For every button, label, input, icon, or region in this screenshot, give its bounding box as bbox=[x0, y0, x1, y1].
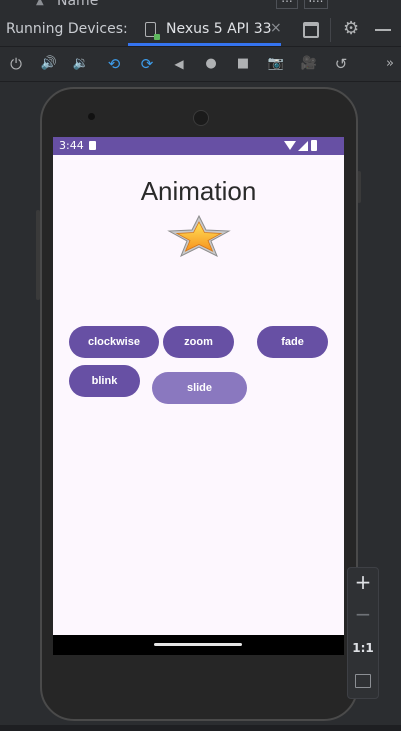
cell-signal-icon bbox=[298, 141, 308, 151]
tool-window-header-strip: ▲ Name ... I... bbox=[0, 0, 401, 12]
column-name-header[interactable]: Name bbox=[57, 0, 98, 9]
home-icon[interactable]: ● bbox=[202, 55, 220, 73]
sd-card-icon bbox=[89, 141, 96, 150]
page-title: Animation bbox=[140, 176, 257, 206]
bottom-edge bbox=[0, 725, 401, 731]
window-layout-icon[interactable] bbox=[303, 22, 319, 38]
wifi-icon bbox=[284, 141, 296, 150]
overview-icon[interactable]: ■ bbox=[234, 55, 252, 73]
battery-icon bbox=[311, 140, 317, 151]
column-header-box[interactable]: I... bbox=[304, 0, 328, 9]
gesture-handle[interactable] bbox=[154, 643, 242, 646]
star-icon bbox=[167, 215, 231, 257]
screen-record-icon[interactable]: 🎥 bbox=[300, 55, 318, 73]
status-bar: 3:44 bbox=[53, 137, 344, 155]
navigation-bar bbox=[53, 635, 344, 655]
device-screen[interactable]: 3:44 Animation clockwise zoom fade blink… bbox=[53, 137, 344, 655]
close-tab-icon[interactable]: × bbox=[270, 20, 282, 36]
status-icons bbox=[284, 140, 324, 152]
slide-button[interactable]: slide bbox=[152, 372, 247, 404]
tab-nexus-5[interactable]: Nexus 5 API 33 × bbox=[128, 14, 282, 46]
device-phone-icon bbox=[145, 22, 160, 40]
speaker-icon bbox=[193, 110, 209, 126]
fit-screen-icon[interactable] bbox=[355, 674, 371, 688]
device-tab-label: Nexus 5 API 33 bbox=[166, 21, 272, 37]
power-icon[interactable]: ⏻ bbox=[7, 55, 25, 73]
column-header-box[interactable]: ... bbox=[276, 0, 298, 9]
zoom-controls: + − 1:1 bbox=[347, 567, 379, 699]
front-camera-icon bbox=[88, 113, 95, 120]
zoom-out-button[interactable]: − bbox=[348, 602, 378, 626]
overflow-chevron-icon[interactable]: » bbox=[381, 55, 399, 73]
running-devices-title-bar: Running Devices: Nexus 5 API 33 × ⚙ bbox=[0, 14, 401, 47]
back-icon[interactable]: ◀ bbox=[170, 55, 188, 73]
panel-title: Running Devices: bbox=[6, 21, 128, 37]
rotate-left-icon[interactable]: ⟲ bbox=[105, 55, 123, 73]
zoom-button[interactable]: zoom bbox=[163, 326, 234, 358]
screenshot-icon[interactable]: 📷 bbox=[267, 55, 285, 73]
gear-icon[interactable]: ⚙ bbox=[343, 18, 359, 39]
fade-button[interactable]: fade bbox=[257, 326, 328, 358]
minimize-icon[interactable] bbox=[375, 29, 391, 31]
blink-button[interactable]: blink bbox=[69, 365, 140, 397]
rotate-right-icon[interactable]: ⟳ bbox=[138, 55, 156, 73]
snapshot-icon[interactable]: ↺ bbox=[332, 55, 350, 73]
clockwise-button[interactable]: clockwise bbox=[69, 326, 159, 358]
zoom-in-button[interactable]: + bbox=[348, 570, 378, 594]
toolbar-divider bbox=[330, 18, 331, 42]
actual-size-button[interactable]: 1:1 bbox=[348, 641, 378, 655]
active-tab-indicator bbox=[128, 43, 281, 46]
collapse-arrow-icon[interactable]: ▲ bbox=[36, 0, 44, 7]
device-toolbar: ⏻ 🔊 🔉 ⟲ ⟳ ◀ ● ■ 📷 🎥 ↺ » bbox=[0, 47, 401, 82]
volume-down-icon[interactable]: 🔉 bbox=[72, 55, 90, 73]
status-time: 3:44 bbox=[59, 139, 84, 152]
volume-up-icon[interactable]: 🔊 bbox=[40, 55, 58, 73]
